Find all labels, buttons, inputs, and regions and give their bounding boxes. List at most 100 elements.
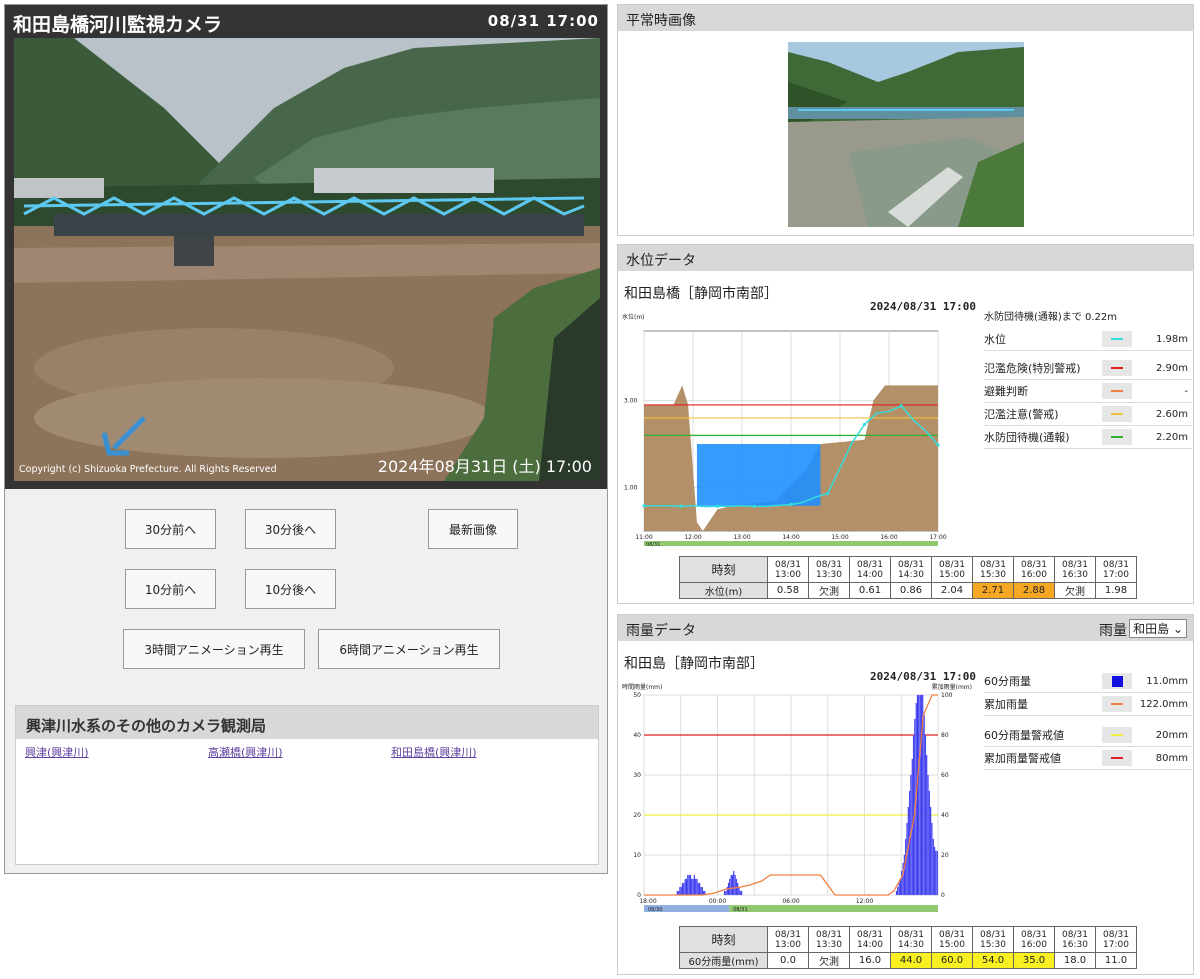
rain-hourly-bar <box>700 886 702 896</box>
water-legend-swatch <box>1102 406 1132 422</box>
play-3h-animation-button[interactable]: 3時間アニメーション再生 <box>123 629 305 669</box>
rain-hourly-bar <box>729 878 731 896</box>
rainfall-panel: 雨量データ 雨量 和田島 ⌄ 和田島［静岡市南部］ 2024/08/31 17:… <box>617 614 1194 975</box>
latest-image-button[interactable]: 最新画像 <box>428 509 518 549</box>
camera-panel: 和田島橋河川監視カメラ 08/31 17:00 Copyright (c) Sh… <box>4 4 608 874</box>
rain-hourly-bar <box>903 854 906 896</box>
rain-table-time-cell: 08/31 13:00 <box>767 926 809 953</box>
camera-link-okitsu[interactable]: 興津(興津川) <box>25 744 89 760</box>
rain-x-tick-label: 06:00 <box>782 898 799 905</box>
normal-image-heading: 平常時画像 <box>618 5 1193 31</box>
rain-hourly-bar <box>932 838 934 896</box>
rain-hourly-bar <box>734 874 736 896</box>
rain-hourly-bar <box>928 790 930 896</box>
water-level-point <box>789 502 793 507</box>
water-table-time-cell: 08/31 13:00 <box>767 556 809 583</box>
water-table-time-cell: 08/31 15:30 <box>972 556 1014 583</box>
forward-30min-button[interactable]: 30分後へ <box>245 509 336 549</box>
river-camera-image <box>14 38 600 481</box>
rain-legend-label: 累加雨量 <box>984 698 1028 711</box>
water-level-table: 時刻 08/31 13:00 08/31 13:30 08/31 14:00 08/31… <box>679 556 1137 599</box>
water-level-point <box>642 504 646 508</box>
water-x-tick-label: 17:00 <box>929 534 946 541</box>
rain-hourly-bar <box>899 878 902 896</box>
water-level-point <box>715 504 720 508</box>
rain-right-tick-label: 80 <box>941 732 949 739</box>
water-table-time-cell: 08/31 16:30 <box>1054 556 1096 583</box>
rain-hourly-bar <box>685 878 688 896</box>
rainfall-table: 時刻 08/31 13:00 08/31 13:30 08/31 14:00 08/31… <box>679 926 1137 969</box>
rain-legend-value: 122.0mm <box>1139 698 1188 710</box>
rain-table-value-cell: 35.0 <box>1013 952 1055 969</box>
water-legend-value: 1.98m <box>1155 333 1188 345</box>
play-6h-animation-button[interactable]: 6時間アニメーション再生 <box>318 629 500 669</box>
rain-hourly-bar <box>738 886 740 896</box>
water-note: 水防団待機(通報)まで 0.22m <box>984 312 1117 323</box>
water-legend-label: 水防団待機(通報) <box>984 431 1070 444</box>
water-y-tick-label: 1.00 <box>624 485 638 492</box>
water-legend-swatch <box>1102 360 1132 376</box>
back-10min-button[interactable]: 10分前へ <box>125 569 216 609</box>
rain-hourly-bar <box>935 850 937 896</box>
rain-hourly-bar <box>687 874 689 896</box>
rain-station-select[interactable]: 和田島 ⌄ <box>1129 619 1187 638</box>
rain-left-tick-label: 30 <box>633 772 641 779</box>
water-legend-swatch <box>1102 331 1132 347</box>
camera-link-wadajimabashi[interactable]: 和田島橋(興津川) <box>391 744 477 760</box>
other-cameras-heading: 興津川水系のその他のカメラ観測局 <box>16 706 598 739</box>
water-date-bar <box>644 541 938 546</box>
rain-legend-swatch <box>1102 727 1132 743</box>
copyright-text: Copyright (c) Shizuoka Prefecture. All R… <box>19 464 277 475</box>
rain-hourly-bar <box>725 890 727 896</box>
rain-hourly-bar <box>733 870 735 896</box>
water-level-point <box>936 443 940 447</box>
water-station-name: 和田島橋［静岡市南部］ <box>624 286 778 302</box>
water-table-value-cell: 1.98 <box>1095 582 1137 599</box>
rain-table-value-cell: 0.0 <box>767 952 809 969</box>
rain-hourly-bar <box>926 754 928 896</box>
camera-timestamp: 2024年08月31日 (土) 17:00 <box>377 457 592 476</box>
water-table-time-cell: 08/31 16:00 <box>1013 556 1055 583</box>
rain-legend-row: 累加雨量 122.0mm <box>984 693 1192 716</box>
rain-x-tick-label: 00:00 <box>709 898 726 905</box>
water-table-time-cell: 08/31 13:30 <box>808 556 850 583</box>
rain-hourly-bar <box>929 806 932 896</box>
rain-hourly-bar <box>933 846 936 896</box>
rain-hourly-bar <box>916 694 919 896</box>
rain-table-value-cell: 欠測 <box>808 952 850 969</box>
water-x-tick-label: 13:00 <box>733 534 750 541</box>
other-cameras-panel: 興津川水系のその他のカメラ観測局 興津(興津川) 高瀬橋(興津川) 和田島橋(興… <box>15 705 599 865</box>
rain-selector-label: 雨量 <box>1099 623 1127 639</box>
forward-10min-button[interactable]: 10分後へ <box>245 569 336 609</box>
rain-left-tick-label: 40 <box>633 732 641 739</box>
camera-time: 08/31 17:00 <box>487 12 599 30</box>
rain-legend: 60分雨量 11.0mm 累加雨量 122.0mm 60分雨量警戒値 20mm 累加雨量警戒… <box>984 670 1192 770</box>
normal-image-panel: 平常時画像 <box>617 4 1194 236</box>
rain-legend-swatch <box>1102 696 1132 712</box>
water-level-point <box>899 404 903 408</box>
rain-hourly-bar <box>693 874 696 896</box>
water-table-time-cell: 08/31 14:00 <box>849 556 891 583</box>
water-legend-row: 氾濫危険(特別警戒) 2.90m <box>984 357 1192 380</box>
water-x-tick-label: 11:00 <box>635 534 652 541</box>
rain-hourly-bar <box>897 886 899 896</box>
rain-left-tick-label: 20 <box>633 812 641 819</box>
rain-hourly-bar <box>923 714 925 896</box>
rain-hourly-bar <box>689 874 692 896</box>
water-legend-label: 避難判断 <box>984 385 1028 398</box>
water-legend-row: 水防団待機(通報) 2.20m <box>984 426 1192 449</box>
rain-table-value-cell: 44.0 <box>890 952 932 969</box>
water-level-chart: 水位(m) 11:00 12:00 13:00 14:00 15:00 16:00 17:00… <box>622 313 947 548</box>
camera-title: 和田島橋河川監視カメラ <box>13 14 223 36</box>
water-level-heading: 水位データ <box>618 245 1193 271</box>
water-table-value-cell: 2.88 <box>1013 582 1055 599</box>
rain-hourly-bar <box>688 874 690 896</box>
rain-legend-swatch <box>1102 750 1132 766</box>
rain-table-value-cell: 18.0 <box>1054 952 1096 969</box>
rain-table-time-cell: 08/31 16:00 <box>1013 926 1055 953</box>
camera-link-takasebashi[interactable]: 高瀬橋(興津川) <box>208 744 283 760</box>
water-level-point <box>862 422 867 427</box>
water-table-value-cell: 0.86 <box>890 582 932 599</box>
back-30min-button[interactable]: 30分前へ <box>125 509 216 549</box>
rain-table-time-cell: 08/31 13:30 <box>808 926 850 953</box>
